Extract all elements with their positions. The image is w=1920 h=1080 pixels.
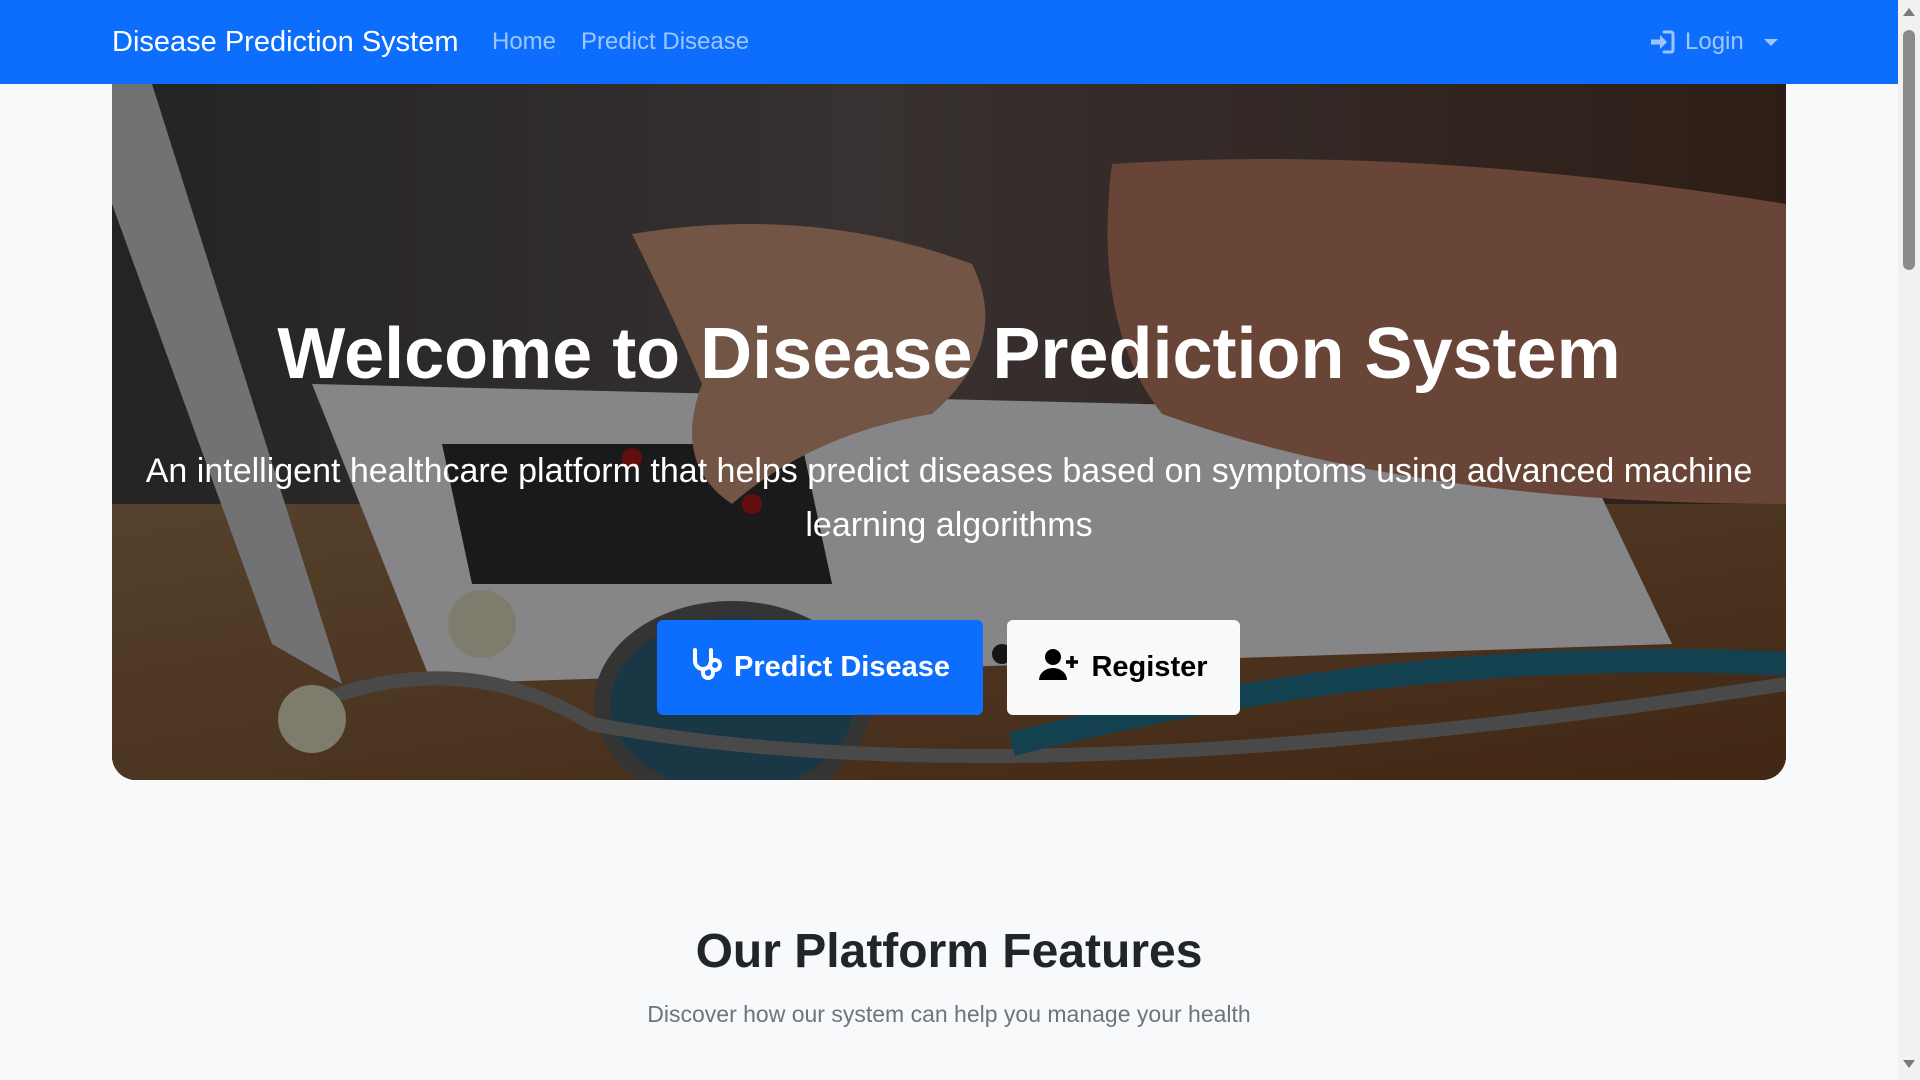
login-dropdown-toggle[interactable]: Login (1649, 0, 1778, 84)
nav-predict-disease-link[interactable]: Predict Disease (581, 0, 749, 84)
chevron-down-icon (1763, 38, 1778, 46)
scroll-up-arrow-icon[interactable] (1903, 8, 1915, 16)
predict-disease-button[interactable]: Predict Disease (657, 620, 983, 715)
hero-subtitle: An intelligent healthcare platform that … (145, 452, 1753, 544)
scrollbar-thumb[interactable] (1903, 30, 1915, 270)
features-subheading: Discover how our system can help you man… (647, 1001, 1251, 1027)
hero-section: Welcome to Disease Prediction System An … (112, 84, 1786, 780)
sign-in-icon (1649, 30, 1675, 54)
login-label: Login (1685, 28, 1744, 55)
hero-title: Welcome to Disease Prediction System (277, 314, 1621, 394)
page: Disease Prediction System Home Predict D… (0, 0, 1920, 1080)
brand-link[interactable]: Disease Prediction System (112, 0, 459, 84)
user-plus-icon (1039, 648, 1079, 688)
predict-disease-button-label: Predict Disease (733, 651, 950, 683)
features-heading: Our Platform Features (695, 925, 1203, 978)
scroll-down-arrow-icon[interactable] (1903, 1060, 1915, 1068)
stethoscope-icon (690, 647, 722, 689)
page-scrollbar[interactable] (1898, 0, 1920, 1080)
register-button[interactable]: Register (1007, 620, 1240, 715)
nav-home-link[interactable]: Home (492, 0, 556, 84)
register-button-label: Register (1091, 651, 1208, 683)
navbar: Disease Prediction System Home Predict D… (0, 0, 1898, 84)
